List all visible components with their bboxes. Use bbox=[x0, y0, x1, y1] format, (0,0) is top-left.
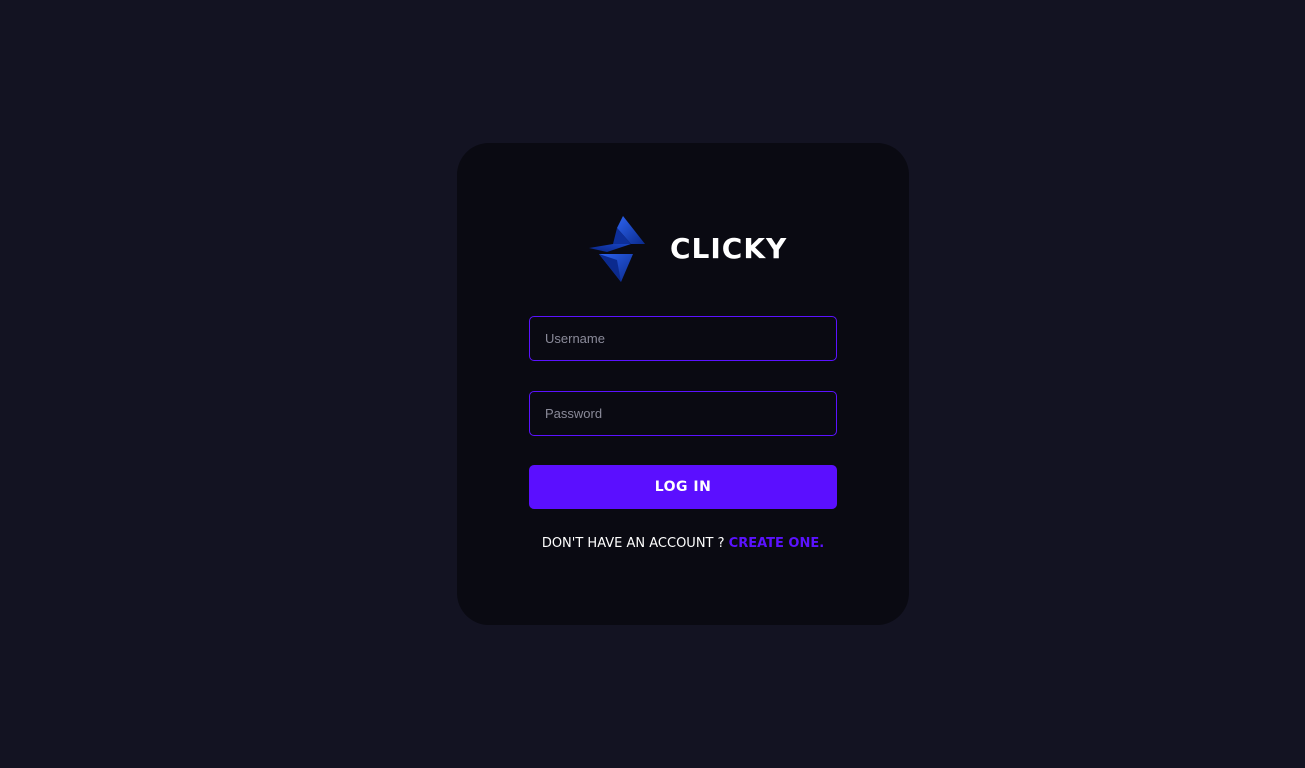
brand-name: CLICKY bbox=[670, 232, 788, 265]
username-input[interactable] bbox=[529, 316, 837, 361]
password-input[interactable] bbox=[529, 391, 837, 436]
signup-prompt-line: DON'T HAVE AN ACCOUNT ? CREATE ONE. bbox=[529, 536, 837, 551]
login-button[interactable]: LOG IN bbox=[529, 465, 837, 509]
clicky-logo-icon bbox=[589, 216, 645, 282]
login-card: CLICKY LOG IN DON'T HAVE AN ACCOUNT ? CR… bbox=[457, 143, 909, 625]
page: CLICKY LOG IN DON'T HAVE AN ACCOUNT ? CR… bbox=[0, 0, 1305, 768]
signup-prompt-text: DON'T HAVE AN ACCOUNT ? bbox=[541, 536, 729, 551]
create-account-link[interactable]: CREATE ONE. bbox=[729, 536, 825, 551]
brand: CLICKY bbox=[587, 214, 787, 284]
